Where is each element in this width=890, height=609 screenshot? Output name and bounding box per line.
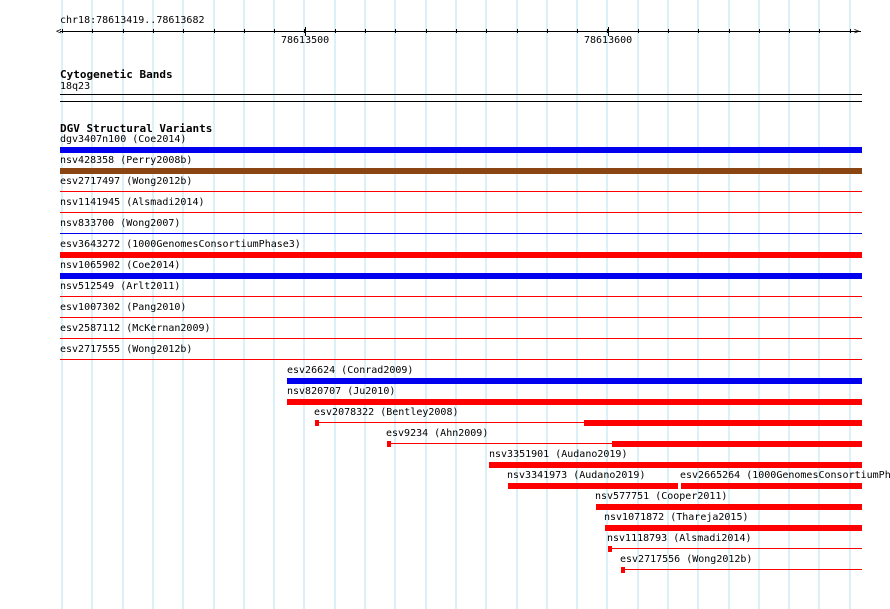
dgv-feature-line[interactable] <box>60 317 862 318</box>
ruler-tick-label: 78613500 <box>281 35 330 46</box>
ruler-minor-tick <box>274 29 275 33</box>
dgv-feature-bar[interactable] <box>508 483 678 489</box>
ruler-minor-tick <box>668 29 669 33</box>
ruler-minor-tick <box>92 29 93 33</box>
dgv-feature-label[interactable]: dgv3407n100 (Coe2014) <box>60 134 186 146</box>
dgv-feature-label[interactable]: nsv3351901 (Audano2019) <box>489 449 627 461</box>
dgv-feature-label[interactable]: esv26624 (Conrad2009) <box>287 365 413 377</box>
dgv-feature-bar[interactable] <box>60 252 862 258</box>
dgv-feature-label[interactable]: esv2665264 (1000GenomesConsortiumPh <box>680 470 890 482</box>
ruler-minor-tick <box>577 29 578 33</box>
ruler-minor-tick <box>214 29 215 33</box>
dgv-feature-bar[interactable] <box>60 147 862 153</box>
dgv-feature-label[interactable]: nsv833700 (Wong2007) <box>60 218 180 230</box>
dgv-feature-bar[interactable] <box>596 504 862 510</box>
dgv-feature-start-block[interactable] <box>621 567 625 573</box>
dgv-feature-label[interactable]: esv3643272 (1000GenomesConsortiumPhase3) <box>60 239 301 251</box>
dgv-feature-label[interactable]: nsv820707 (Ju2010) <box>287 386 395 398</box>
ruler-minor-tick <box>183 29 184 33</box>
dgv-feature-bar[interactable] <box>681 483 862 489</box>
dgv-feature-start-block[interactable] <box>315 420 319 426</box>
dgv-feature-bar[interactable] <box>605 525 862 531</box>
dgv-feature-label[interactable]: esv2717556 (Wong2012b) <box>620 554 752 566</box>
dgv-feature-label[interactable]: nsv1118793 (Alsmadi2014) <box>607 533 752 545</box>
dgv-feature-start-block[interactable] <box>387 441 391 447</box>
dgv-feature-label[interactable]: esv1007302 (Pang2010) <box>60 302 186 314</box>
dgv-feature-label[interactable]: nsv1065902 (Coe2014) <box>60 260 180 272</box>
dgv-feature-line[interactable] <box>60 296 862 297</box>
ruler-minor-tick <box>517 29 518 33</box>
dgv-feature-line[interactable] <box>60 212 862 213</box>
dgv-feature-label[interactable]: nsv1071872 (Thareja2015) <box>604 512 749 524</box>
ruler-minor-tick <box>819 29 820 33</box>
ruler-minor-tick <box>789 29 790 33</box>
ruler-minor-tick <box>456 29 457 33</box>
ruler-minor-tick <box>244 29 245 33</box>
dgv-feature-label[interactable]: nsv1141945 (Alsmadi2014) <box>60 197 205 209</box>
ruler-minor-tick <box>759 29 760 33</box>
dgv-feature-line[interactable] <box>60 191 862 192</box>
ruler-minor-tick <box>638 29 639 33</box>
ruler-right-arrow-icon: > <box>854 27 860 37</box>
cytoband-line[interactable] <box>60 101 862 102</box>
dgv-feature-bar[interactable] <box>60 168 862 174</box>
ruler-minor-tick <box>729 29 730 33</box>
ruler-minor-tick <box>153 29 154 33</box>
ruler-minor-tick <box>395 29 396 33</box>
ruler-minor-tick <box>547 29 548 33</box>
ruler-minor-tick <box>607 29 608 33</box>
ruler-minor-tick <box>62 29 63 33</box>
ruler-left-arrow-icon: < <box>56 27 62 37</box>
cytoband-line[interactable] <box>60 94 862 95</box>
ruler-minor-tick <box>304 29 305 33</box>
dgv-feature-label[interactable]: esv2717555 (Wong2012b) <box>60 344 192 356</box>
cytoband-label[interactable]: 18q23 <box>60 81 90 93</box>
dgv-feature-bar[interactable] <box>287 399 862 405</box>
dgv-feature-label[interactable]: esv2078322 (Bentley2008) <box>314 407 459 419</box>
ruler-minor-tick <box>426 29 427 33</box>
dgv-feature-bar[interactable] <box>287 378 862 384</box>
dgv-feature-label[interactable]: nsv512549 (Arlt2011) <box>60 281 180 293</box>
dgv-feature-connector[interactable] <box>621 569 862 570</box>
ruler-minor-tick <box>365 29 366 33</box>
dgv-feature-end-block[interactable] <box>584 420 862 426</box>
ruler-axis <box>60 31 861 32</box>
dgv-feature-label[interactable]: esv2587112 (McKernan2009) <box>60 323 211 335</box>
ruler-minor-tick <box>486 29 487 33</box>
ruler-minor-tick <box>698 29 699 33</box>
dgv-feature-label[interactable]: nsv3341973 (Audano2019) <box>507 470 645 482</box>
ruler-location: chr18:78613419..78613682 <box>60 15 205 26</box>
dgv-feature-line[interactable] <box>60 359 862 360</box>
dgv-feature-connector[interactable] <box>608 548 862 549</box>
cytoband-track-title: Cytogenetic Bands <box>60 68 173 81</box>
ruler-minor-tick <box>123 29 124 33</box>
dgv-feature-bar[interactable] <box>489 462 862 468</box>
dgv-feature-bar[interactable] <box>60 273 862 279</box>
dgv-feature-line[interactable] <box>60 338 862 339</box>
dgv-feature-label[interactable]: esv2717497 (Wong2012b) <box>60 176 192 188</box>
dgv-feature-line[interactable] <box>60 233 862 234</box>
ruler-minor-tick <box>335 29 336 33</box>
dgv-feature-label[interactable]: nsv577751 (Cooper2011) <box>595 491 727 503</box>
dgv-feature-start-block[interactable] <box>608 546 612 552</box>
dgv-feature-label[interactable]: esv9234 (Ahn2009) <box>386 428 488 440</box>
ruler-minor-tick <box>850 29 851 33</box>
dgv-feature-label[interactable]: nsv428358 (Perry2008b) <box>60 155 192 167</box>
ruler-tick-label: 78613600 <box>584 35 633 46</box>
dgv-feature-end-block[interactable] <box>612 441 862 447</box>
